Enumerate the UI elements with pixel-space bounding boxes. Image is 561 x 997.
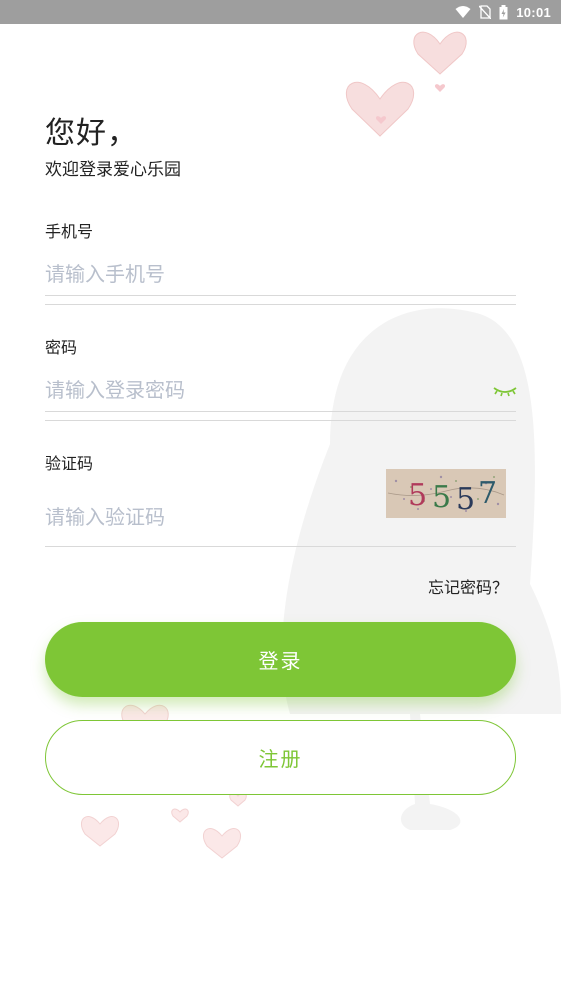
- no-sim-icon: [479, 5, 492, 19]
- captcha-char: 5: [456, 482, 475, 517]
- eye-closed-icon[interactable]: [492, 380, 518, 400]
- wifi-icon: [455, 5, 471, 19]
- captcha-char: 5: [432, 480, 451, 515]
- status-time: 10:01: [516, 4, 551, 20]
- captcha-label: 验证码: [45, 454, 94, 473]
- phone-divider: [45, 304, 516, 305]
- register-button[interactable]: 注册: [45, 720, 516, 795]
- greeting-title: 您好，: [45, 116, 138, 151]
- captcha-noise: 5 5 5 7: [387, 475, 505, 517]
- captcha-input[interactable]: [45, 495, 375, 539]
- captcha-char: 5: [408, 478, 427, 513]
- captcha-char: 7: [478, 476, 497, 511]
- phone-label: 手机号: [45, 222, 94, 241]
- heart-icon: [345, 31, 467, 137]
- captcha-divider: [45, 546, 516, 547]
- password-label: 密码: [45, 338, 78, 357]
- forgot-password-link[interactable]: 忘记密码？: [428, 574, 508, 598]
- captcha-image[interactable]: 5 5 5 7: [386, 469, 506, 518]
- password-divider: [45, 420, 516, 421]
- greeting-subtitle: 欢迎登录爱心乐园: [45, 160, 181, 180]
- status-bar: 10:01: [0, 0, 561, 24]
- password-input[interactable]: [45, 368, 516, 412]
- phone-input[interactable]: [45, 252, 516, 296]
- battery-charging-icon: [499, 4, 508, 20]
- login-button[interactable]: 登录: [45, 622, 516, 697]
